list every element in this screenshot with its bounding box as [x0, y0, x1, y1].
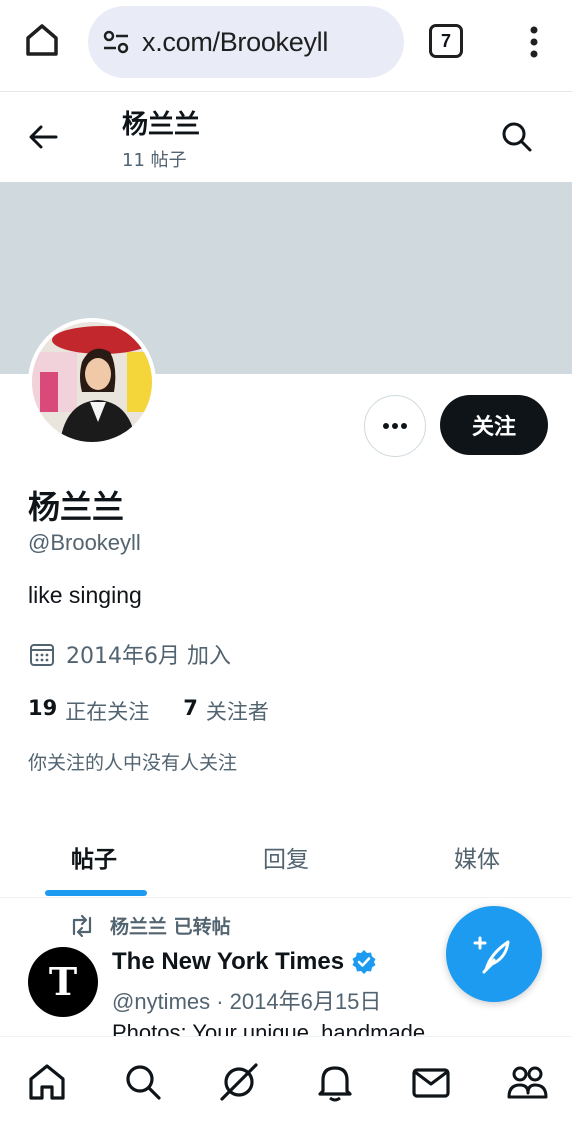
communities-nav-icon[interactable] [506, 1061, 548, 1103]
retweet-text: 杨兰兰 已转帖 [110, 916, 231, 938]
tab-switcher-button[interactable]: 7 [429, 24, 463, 58]
tweet-meta: @nytimes · 2014年6月15日 [112, 989, 382, 1014]
tweet-author[interactable]: The New York Times [112, 948, 378, 976]
mutual-followers-note: 你关注的人中没有人关注 [28, 752, 238, 774]
followers-count: 7 [183, 696, 198, 720]
url-text[interactable]: x.com/Brookeyll [142, 27, 328, 58]
back-arrow-icon[interactable] [26, 120, 60, 154]
search-nav-icon[interactable] [122, 1061, 164, 1103]
followers-label: 关注者 [205, 700, 269, 724]
avatar[interactable] [28, 318, 156, 446]
messages-nav-icon[interactable] [410, 1061, 452, 1103]
tab-media[interactable]: 媒体 [454, 840, 500, 874]
profile-tabs: 帖子 回复 媒体 [0, 818, 572, 898]
bottom-navigation [0, 1036, 572, 1122]
home-nav-icon[interactable] [26, 1061, 68, 1103]
following-stat[interactable]: 19 正在关注 [28, 696, 149, 726]
svg-text:T: T [49, 959, 77, 1004]
nyt-logo-icon: T [49, 959, 77, 1004]
joined-text: 2014年6月 加入 [66, 644, 231, 669]
address-bar[interactable]: x.com/Brookeyll [88, 6, 404, 78]
follow-button[interactable]: 关注 [440, 395, 548, 455]
home-icon[interactable] [22, 20, 62, 60]
verified-badge-icon [352, 950, 376, 974]
grok-nav-icon[interactable] [218, 1061, 260, 1103]
profile-handle: @Brookeyll [28, 530, 141, 555]
profile-bio: like singing [28, 582, 142, 608]
follow-stats: 19 正在关注 7 关注者 [28, 696, 303, 726]
profile-header-bar: 杨兰兰 11 帖子 [0, 92, 572, 182]
browser-menu-icon[interactable] [522, 22, 546, 62]
followers-stat[interactable]: 7 关注者 [183, 696, 269, 726]
following-count: 19 [28, 696, 58, 720]
tweet-author-avatar[interactable]: T [28, 947, 98, 1017]
tweet-author-name: The New York Times [112, 948, 345, 975]
compose-post-button[interactable] [446, 906, 542, 1002]
header-post-count: 11 帖子 [122, 150, 187, 171]
profile-display-name: 杨兰兰 [28, 488, 125, 526]
active-tab-indicator [45, 890, 147, 896]
more-dots-icon [383, 423, 407, 429]
tweet-text: Photos: Your unique, handmade [112, 1020, 426, 1036]
compose-feather-icon [473, 936, 510, 974]
calendar-icon [30, 644, 54, 666]
browser-toolbar: x.com/Brookeyll 7 [0, 0, 572, 92]
avatar-photo [32, 322, 152, 442]
search-icon[interactable] [500, 120, 534, 154]
retweet-icon [72, 914, 92, 937]
notifications-nav-icon[interactable] [314, 1061, 356, 1103]
header-name: 杨兰兰 [122, 110, 201, 140]
site-settings-icon[interactable] [100, 26, 132, 58]
following-label: 正在关注 [65, 700, 150, 724]
more-options-button[interactable] [364, 395, 426, 457]
tab-replies[interactable]: 回复 [263, 840, 309, 874]
tab-posts[interactable]: 帖子 [71, 840, 117, 874]
joined-date: 2014年6月 加入 [28, 638, 231, 670]
retweet-indicator: 杨兰兰 已转帖 [68, 912, 231, 939]
